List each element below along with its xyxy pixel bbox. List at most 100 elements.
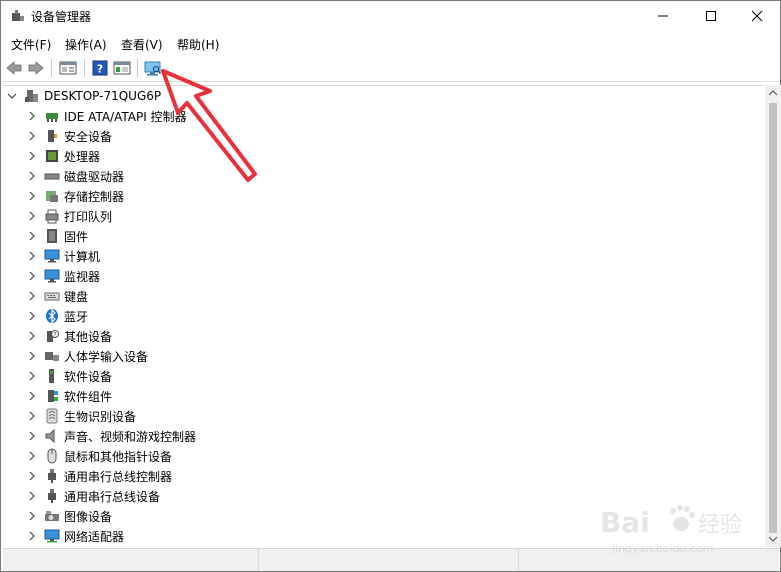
scroll-up-icon[interactable]	[769, 90, 777, 96]
expand-chevron-icon[interactable]	[27, 311, 37, 321]
expand-chevron-icon[interactable]	[27, 151, 37, 161]
title-bar[interactable]: 设备管理器	[1, 1, 780, 31]
baidu-watermark: Bai 经验 jingyan.baidu.com	[600, 505, 742, 555]
tree-item-label: 键盘	[64, 289, 89, 304]
computer-icon	[44, 248, 60, 264]
keyboard-icon	[44, 288, 60, 304]
toolbar-separator	[137, 59, 138, 77]
expand-chevron-icon[interactable]	[27, 211, 37, 221]
help-button[interactable]: ?	[90, 58, 110, 78]
tree-root[interactable]: DESKTOP-71QUG6P	[7, 86, 161, 106]
scan-hardware-icon	[144, 61, 161, 76]
processor-icon	[44, 148, 60, 164]
expand-chevron-icon[interactable]	[27, 491, 37, 501]
expand-chevron-icon[interactable]	[27, 351, 37, 361]
other-devices-icon: ?	[44, 328, 60, 344]
window-title: 设备管理器	[31, 10, 92, 24]
forward-button[interactable]	[26, 58, 46, 78]
tree-item[interactable]: 监视器	[27, 266, 100, 286]
tree-item[interactable]: 处理器	[27, 146, 100, 166]
help-icon: ?	[92, 60, 108, 76]
tree-item-label: 打印队列	[64, 209, 113, 224]
tree-item[interactable]: 图像设备	[27, 506, 112, 526]
tree-item[interactable]: 生物识别设备	[27, 406, 136, 426]
properties-button[interactable]	[58, 58, 78, 78]
tree-item[interactable]: 人体学输入设备	[27, 346, 148, 366]
tree-root-label: DESKTOP-71QUG6P	[44, 89, 162, 103]
tree-item[interactable]: 安全设备	[27, 126, 112, 146]
tree-item-label: 其他设备	[64, 329, 113, 344]
tree-item-label: 网络适配器	[64, 529, 125, 544]
expand-chevron-icon[interactable]	[27, 411, 37, 421]
expand-chevron-icon[interactable]	[27, 511, 37, 521]
paw-logo	[670, 505, 695, 531]
expand-chevron-icon[interactable]	[27, 331, 37, 341]
menu-file[interactable]: 文件(F)	[9, 36, 53, 53]
tree-item[interactable]: 蓝牙	[27, 306, 88, 326]
tree-item-label: 软件设备	[64, 369, 113, 384]
scroll-down-icon[interactable]	[769, 536, 777, 542]
security-device-icon	[44, 128, 60, 144]
disk-drive-icon	[44, 168, 60, 184]
close-button[interactable]	[734, 1, 780, 31]
tree-item[interactable]: ? 其他设备	[27, 326, 112, 346]
network-adapter-icon	[44, 528, 60, 544]
expand-chevron-icon[interactable]	[27, 171, 37, 181]
tree-item[interactable]: 键盘	[27, 286, 88, 306]
tree-item-label: 处理器	[64, 149, 101, 164]
expand-chevron-icon[interactable]	[27, 391, 37, 401]
expand-chevron-icon[interactable]	[27, 431, 37, 441]
expand-chevron-icon[interactable]	[27, 471, 37, 481]
scrollbar-thumb[interactable]	[769, 103, 777, 533]
tree-item-label: 图像设备	[64, 509, 113, 524]
show-hide-button[interactable]	[112, 58, 132, 78]
tree-item[interactable]: 存储控制器	[27, 186, 124, 206]
expand-chevron-icon[interactable]	[27, 451, 37, 461]
tree-item[interactable]: 软件组件	[27, 386, 112, 406]
tree-item-label: 声音、视频和游戏控制器	[64, 429, 197, 444]
scan-hardware-button[interactable]	[143, 58, 163, 78]
maximize-button[interactable]	[688, 1, 734, 31]
tree-item[interactable]: 网络适配器	[27, 526, 124, 546]
tree-item[interactable]: 固件	[27, 226, 88, 246]
tree-item-label: 鼠标和其他指针设备	[64, 449, 173, 464]
tree-item[interactable]: 通用串行总线设备	[27, 486, 160, 506]
expand-chevron-icon[interactable]	[27, 231, 37, 241]
tree-item[interactable]: 计算机	[27, 246, 100, 266]
expand-chevron-icon[interactable]	[27, 371, 37, 381]
expand-chevron-icon[interactable]	[27, 291, 37, 301]
expand-chevron-icon[interactable]	[27, 131, 37, 141]
vertical-scrollbar[interactable]	[765, 85, 781, 547]
expand-chevron-icon[interactable]	[27, 531, 37, 541]
tree-item-label: 固件	[64, 229, 89, 244]
biometric-icon	[44, 408, 60, 424]
tree-item[interactable]: 磁盘驱动器	[27, 166, 124, 186]
menu-view[interactable]: 查看(V)	[119, 36, 165, 53]
tree-item[interactable]: 鼠标和其他指针设备	[27, 446, 172, 466]
tree-item-label: 生物识别设备	[64, 409, 137, 424]
menu-help[interactable]: 帮助(H)	[175, 36, 221, 53]
tree-item[interactable]: 软件设备	[27, 366, 112, 386]
tree-item[interactable]: 声音、视频和游戏控制器	[27, 426, 196, 446]
expand-chevron-icon[interactable]	[27, 271, 37, 281]
status-pane	[258, 549, 519, 571]
tree-item[interactable]: 通用串行总线控制器	[27, 466, 172, 486]
ide-controller-icon	[44, 108, 60, 124]
computer-root-icon	[24, 88, 40, 104]
tree-item-label: 人体学输入设备	[64, 349, 149, 364]
usb-device-icon	[44, 488, 60, 504]
usb-controller-icon	[44, 468, 60, 484]
collapse-chevron-icon[interactable]	[7, 91, 17, 101]
menu-action[interactable]: 操作(A)	[63, 36, 109, 53]
expand-chevron-icon[interactable]	[27, 111, 37, 121]
svg-text:?: ?	[97, 63, 103, 76]
tree-item[interactable]: 打印队列	[27, 206, 112, 226]
expand-chevron-icon[interactable]	[27, 191, 37, 201]
tree-item[interactable]: IDE ATA/ATAPI 控制器	[27, 106, 187, 126]
back-button[interactable]	[4, 58, 24, 78]
tree-item-label: 安全设备	[64, 129, 113, 144]
expand-chevron-icon[interactable]	[27, 251, 37, 261]
minimize-button[interactable]	[640, 1, 686, 31]
software-device-icon	[44, 368, 60, 384]
firmware-icon	[44, 228, 60, 244]
